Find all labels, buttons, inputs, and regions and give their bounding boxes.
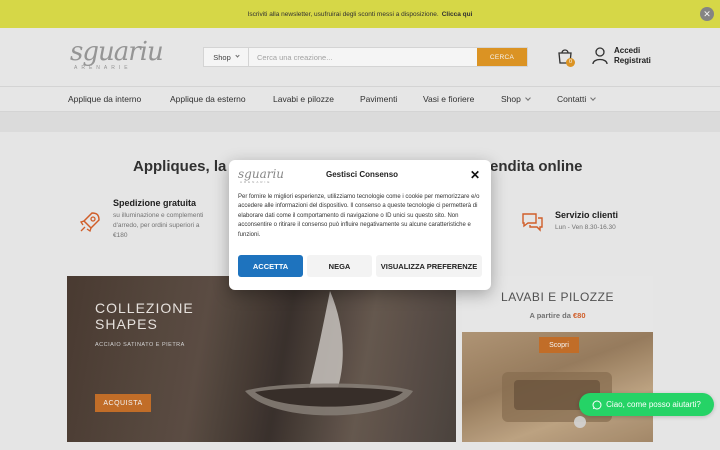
view-preferences-button[interactable]: VISUALIZZA PREFERENZE (376, 255, 482, 277)
whatsapp-icon (592, 400, 602, 409)
consent-buttons: ACCETTA NEGA VISUALIZZA PREFERENZE (238, 255, 482, 277)
consent-text: Per fornire le migliori esperienze, util… (238, 194, 480, 238)
cookie-consent-modal: sguariu ARENARIE Gestisci Consenso ✕ Per… (229, 160, 491, 290)
modal-logo-wordmark: sguariu (238, 167, 285, 181)
close-icon[interactable]: ✕ (470, 168, 480, 182)
modal-title: Gestisci Consenso (326, 170, 399, 179)
modal-logo: sguariu ARENARIE (238, 168, 290, 186)
chat-label: Ciao, come posso aiutarti? (606, 400, 701, 409)
whatsapp-chat-button[interactable]: Ciao, come posso aiutarti? (579, 393, 714, 416)
deny-button[interactable]: NEGA (307, 255, 372, 277)
accept-button[interactable]: ACCETTA (238, 255, 303, 277)
